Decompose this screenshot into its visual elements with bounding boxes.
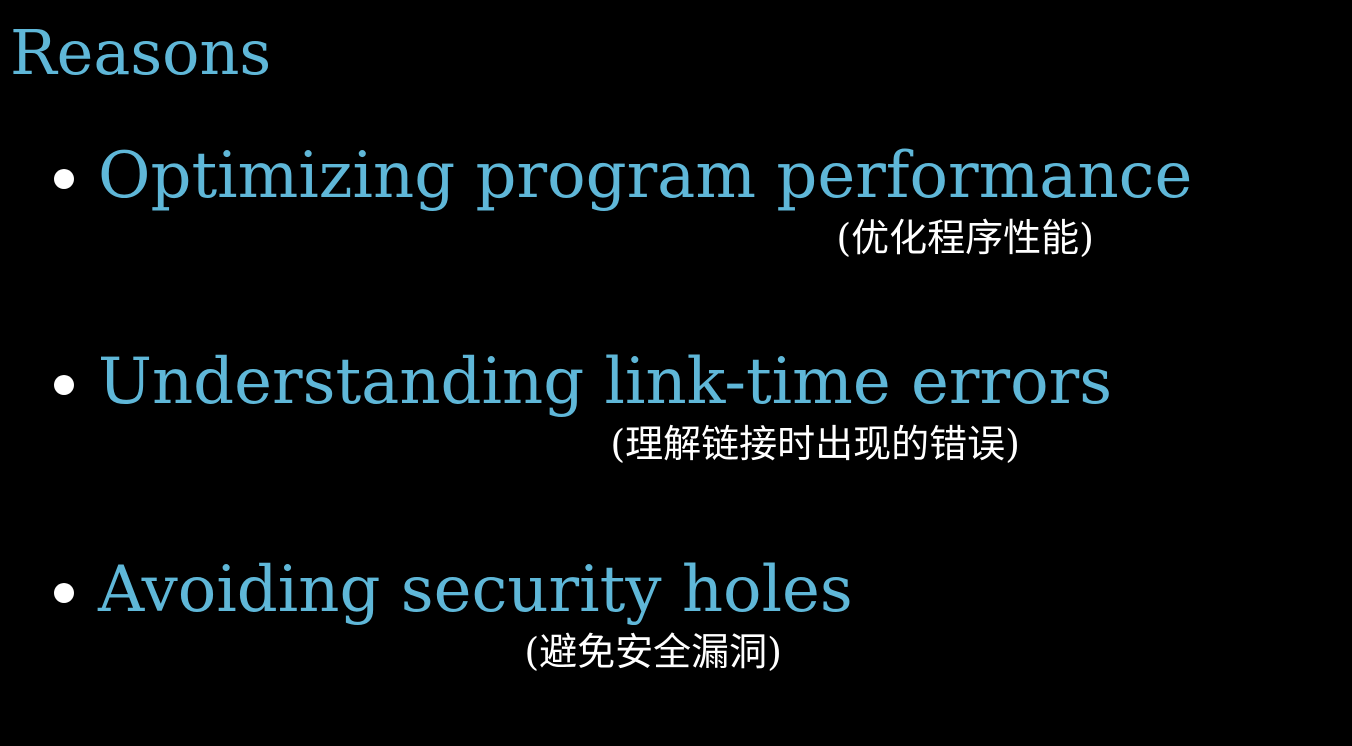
bullet-dot-icon	[54, 375, 74, 395]
bullet-item-subtitle: (理解链接时出现的错误)	[610, 422, 1020, 466]
slide: Reasons Optimizing program performance (…	[0, 0, 1352, 746]
bullet-item-subtitle: (避免安全漏洞)	[524, 630, 782, 674]
bullet-dot-icon	[54, 169, 74, 189]
slide-title: Reasons	[10, 16, 272, 89]
bullet-item-text: Optimizing program performance	[98, 139, 1193, 213]
bullet-dot-icon	[54, 583, 74, 603]
bullet-item-text: Understanding link-time errors	[98, 345, 1113, 419]
bullet-item-subtitle: (优化程序性能)	[836, 216, 1094, 260]
bullet-item-text: Avoiding security holes	[98, 553, 853, 627]
